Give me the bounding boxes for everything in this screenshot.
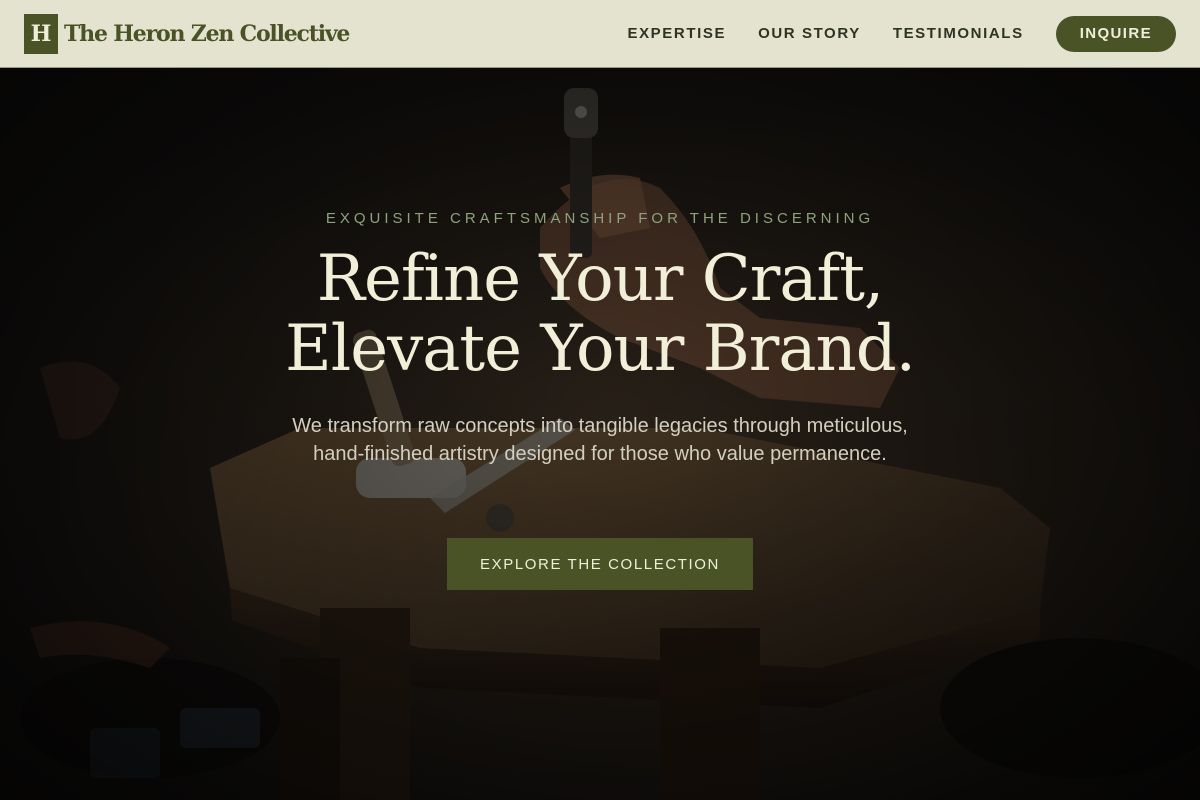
headline-line-2: Elevate Your Brand. [285,312,916,386]
hero-subtext: We transform raw concepts into tangible … [292,415,908,465]
main-nav: EXPERTISE OUR STORY TESTIMONIALS INQUIRE [627,15,1176,52]
logo-mark: H [24,13,58,54]
hero-content: EXQUISITE CRAFTSMANSHIP FOR THE DISCERNI… [0,68,1200,800]
inquire-button[interactable]: INQUIRE [1055,15,1176,52]
brand-logo[interactable]: H The Heron Zen Collective [24,13,350,54]
headline-line-1: Refine Your Craft, [316,242,885,316]
hero-eyebrow: EXQUISITE CRAFTSMANSHIP FOR THE DISCERNI… [325,210,875,227]
nav-link-expertise[interactable]: EXPERTISE [627,25,726,42]
nav-link-testimonials[interactable]: TESTIMONIALS [893,25,1024,42]
hero-section: EXQUISITE CRAFTSMANSHIP FOR THE DISCERNI… [0,68,1200,800]
brand-name: The Heron Zen Collective [64,20,350,47]
nav-link-our-story[interactable]: OUR STORY [758,25,861,42]
explore-collection-button[interactable]: EXPLORE THE COLLECTION [447,538,753,590]
hero-headline: Refine Your Craft, Elevate Your Brand. [100,244,1100,384]
site-header: H The Heron Zen Collective EXPERTISE OUR… [0,0,1200,68]
